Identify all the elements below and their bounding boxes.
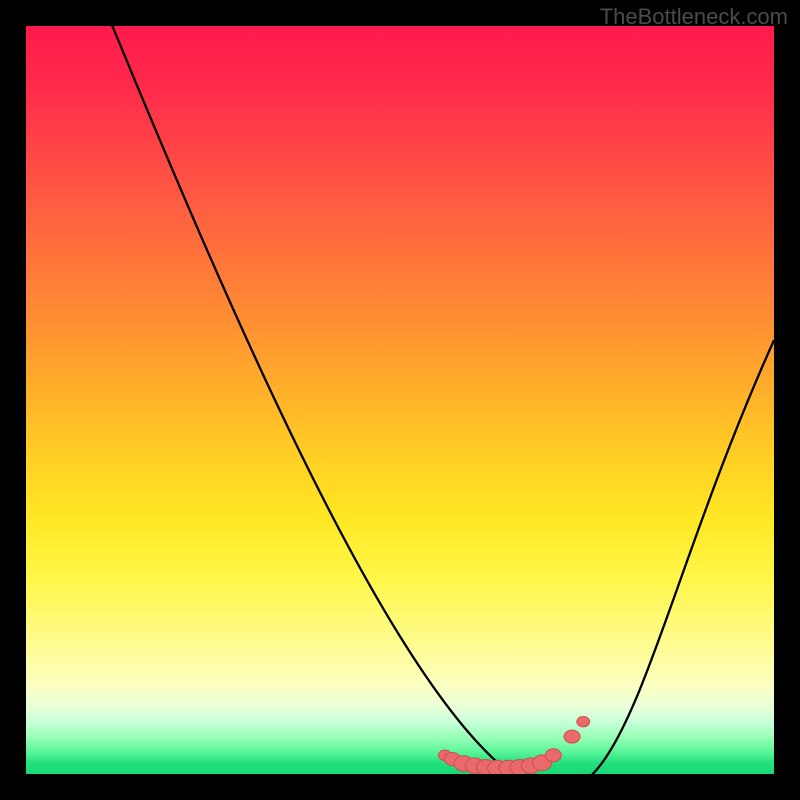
bottleneck-curve <box>108 26 774 774</box>
curve-marker <box>564 730 580 743</box>
chart-frame: TheBottleneck.com <box>0 0 800 800</box>
chart-svg <box>26 26 774 774</box>
curve-marker <box>545 749 561 762</box>
chart-plot-area <box>26 26 774 774</box>
watermark-text: TheBottleneck.com <box>600 4 788 30</box>
curve-marker <box>577 716 590 726</box>
